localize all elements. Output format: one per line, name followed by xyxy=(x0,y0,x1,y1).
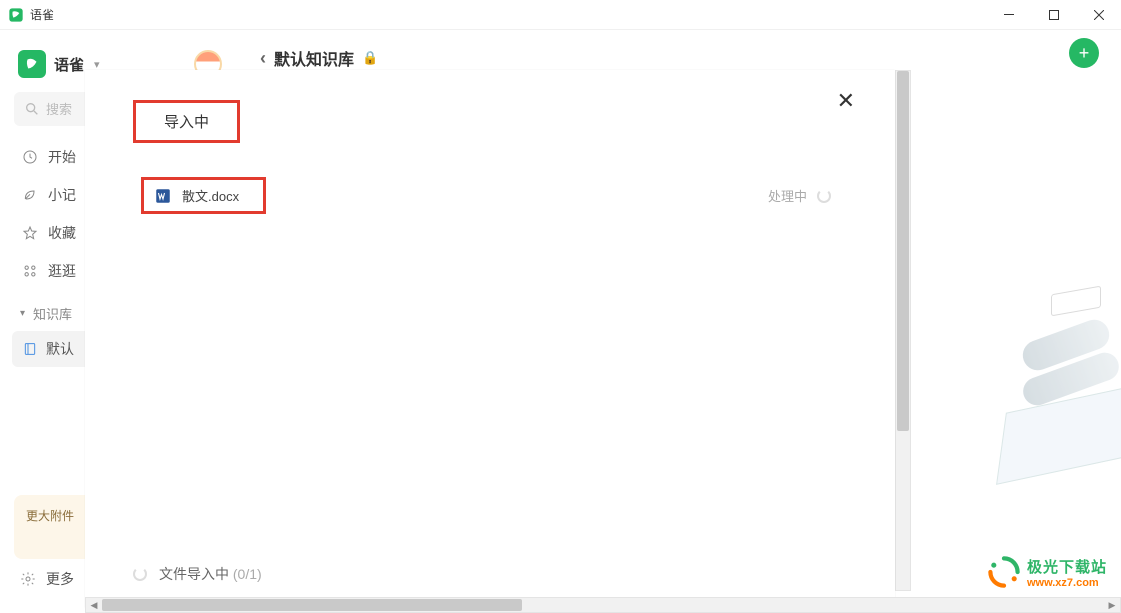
lock-icon: 🔒 xyxy=(362,50,378,66)
spinner-icon xyxy=(133,567,147,581)
app-icon xyxy=(8,7,24,23)
upgrade-text: 更大附件 xyxy=(26,509,74,523)
close-button[interactable] xyxy=(1076,0,1121,30)
word-doc-icon xyxy=(154,187,172,205)
workspace-name: 语雀 xyxy=(54,54,84,75)
import-modal: ✕ 导入中 散文.docx 处理中 文件导入中 (0/1) xyxy=(85,70,895,608)
leaf-icon xyxy=(22,187,38,203)
nav-label: 收藏 xyxy=(48,223,76,243)
background-illustration xyxy=(931,280,1121,460)
nav-label: 开始 xyxy=(48,147,76,167)
footer-count: (0/1) xyxy=(233,566,262,582)
file-name: 散文.docx xyxy=(182,186,239,205)
modal-vertical-scrollbar[interactable] xyxy=(895,70,911,591)
spinner-icon xyxy=(817,189,831,203)
chevron-down-icon: ▾ xyxy=(20,308,25,319)
gear-icon xyxy=(20,571,36,587)
horizontal-scrollbar[interactable]: ◀ ▶ xyxy=(85,597,1121,613)
maximize-button[interactable] xyxy=(1031,0,1076,30)
scrollbar-thumb[interactable] xyxy=(897,71,909,431)
search-icon xyxy=(24,101,40,117)
book-icon xyxy=(22,341,38,357)
minimize-button[interactable] xyxy=(986,0,1031,30)
section-label: 知识库 xyxy=(33,304,72,323)
clock-icon xyxy=(22,149,38,165)
annotation-highlight-file: 散文.docx xyxy=(141,177,266,214)
star-icon xyxy=(22,225,38,241)
import-file-row: 散文.docx 处理中 xyxy=(133,171,847,220)
scrollbar-thumb[interactable] xyxy=(102,599,522,611)
add-button[interactable]: + xyxy=(1069,38,1099,68)
nav-label: 更多 xyxy=(46,569,74,589)
titlebar-title: 语雀 xyxy=(30,6,54,23)
scroll-left-button[interactable]: ◀ xyxy=(86,598,102,612)
scroll-right-button[interactable]: ▶ xyxy=(1104,598,1120,612)
kb-title: 默认知识库 xyxy=(274,46,354,70)
watermark-url: www.xz7.com xyxy=(1027,577,1107,589)
watermark-title: 极光下载站 xyxy=(1027,556,1107,577)
grid-icon xyxy=(22,263,38,279)
watermark: 极光下载站 www.xz7.com xyxy=(987,555,1107,589)
nav-label: 逛逛 xyxy=(48,261,76,281)
watermark-logo-icon xyxy=(987,555,1021,589)
footer-text: 文件导入中 xyxy=(159,566,229,582)
titlebar: 语雀 xyxy=(0,0,1121,30)
chevron-down-icon: ▾ xyxy=(94,58,100,71)
app-logo xyxy=(18,50,46,78)
modal-title: 导入中 xyxy=(164,114,209,131)
back-button[interactable]: ‹ xyxy=(260,48,266,69)
annotation-highlight-title: 导入中 xyxy=(133,100,240,143)
kb-item-label: 默认 xyxy=(46,339,74,359)
file-status: 处理中 xyxy=(768,186,807,205)
nav-label: 小记 xyxy=(48,185,76,205)
